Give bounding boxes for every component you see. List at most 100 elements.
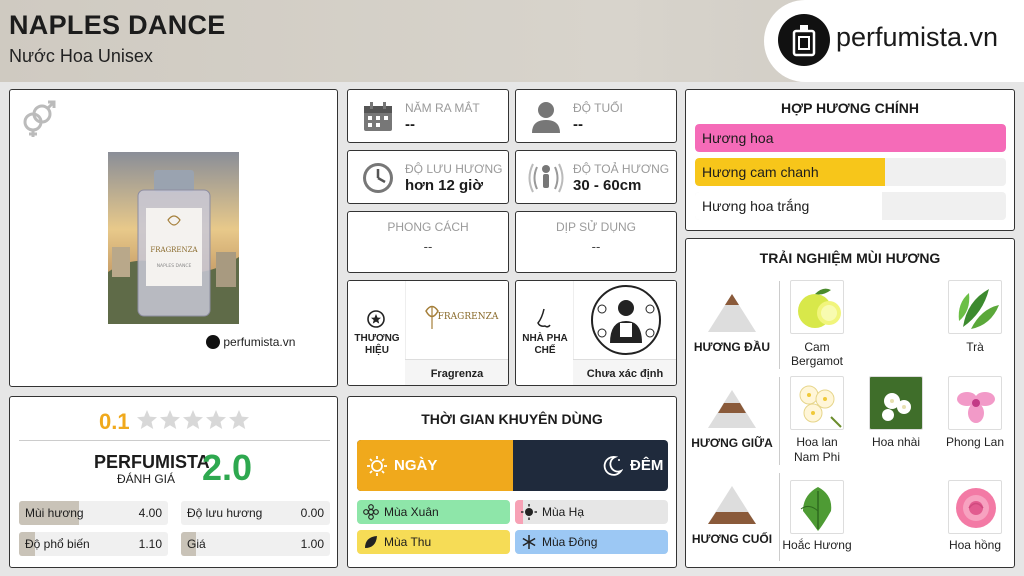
accord-label: Hương hoa [702, 130, 774, 146]
perfumer-name[interactable]: Chưa xác định [573, 359, 676, 385]
note-orchid-image[interactable] [948, 376, 1002, 430]
accords-title: HỢP HƯƠNG CHÍNH [781, 100, 919, 116]
page-subtitle: Nước Hoa Unisex [9, 46, 153, 66]
note-patchouli-image[interactable] [790, 480, 844, 534]
perfumer-label-area: NHÀ PHA CHẾ [516, 281, 572, 385]
rating-stat: Mùi hương 4.00 [19, 501, 168, 525]
style-label: PHONG CÁCH [387, 220, 469, 234]
product-image-card: FRAGRENZA NAPLES DANCE perfumista.vn [9, 89, 338, 387]
note-freesia-image[interactable] [790, 376, 844, 430]
rating-stat-value: 1.10 [138, 537, 162, 551]
rating-stat-label: Mùi hương [25, 506, 84, 520]
note-jasmine-name: Hoa nhài [871, 435, 921, 449]
note-orchid-name: Phong Lan [945, 435, 1005, 449]
brand-logo-text: FRAGRENZA [438, 312, 499, 322]
person-icon [530, 100, 562, 139]
brand-name[interactable]: Fragrenza [405, 359, 508, 385]
note-jasmine-image[interactable] [869, 376, 923, 430]
rating-stat: Độ phổ biến 1.10 [19, 532, 168, 556]
star-icon[interactable] [182, 409, 204, 431]
sillage-icon [528, 161, 564, 200]
brand-card[interactable]: THƯƠNG HIỆU FRAGRENZA Fragrenza [347, 280, 509, 386]
rating-stat-value: 0.00 [300, 506, 324, 520]
user-score: 0.1 [99, 409, 130, 434]
note-bergamot-name: Cam Bergamot [790, 340, 844, 368]
age-value: -- [573, 116, 583, 133]
sillage-label: ĐỘ TOẢ HƯƠNG [573, 162, 670, 176]
watermark-bottle-icon [206, 334, 220, 349]
calendar-icon [362, 101, 394, 138]
rating-stat-label: Giá [187, 537, 206, 551]
perfumer-label: NHÀ PHA CHẾ [522, 333, 568, 356]
moon-icon [601, 455, 624, 482]
style-value: -- [423, 239, 433, 254]
note-tea-name: Trà [966, 340, 984, 354]
longevity-card: ĐỘ LƯU HƯƠNG hơn 12 giờ [347, 150, 509, 204]
note-rose-image[interactable] [948, 480, 1002, 534]
base-notes-label: HƯƠNG CUỐI [691, 532, 773, 546]
age-label: ĐỘ TUỔI [573, 101, 623, 115]
note-bergamot-image[interactable] [790, 280, 844, 334]
season-bar-fill [357, 530, 510, 554]
note-tea-image[interactable] [948, 280, 1002, 334]
watermark: perfumista.vn [206, 334, 295, 349]
style-card: PHONG CÁCH -- [347, 211, 509, 273]
divider [19, 440, 330, 441]
notes-title: TRẢI NGHIỆM MÙI HƯƠNG [759, 250, 941, 266]
release-year-label: NĂM RA MẮT [405, 101, 480, 115]
occasion-value: -- [591, 239, 601, 254]
flower-icon [363, 504, 379, 520]
longevity-label: ĐỘ LƯU HƯƠNG [405, 162, 503, 176]
accord-bar: Hương hoa [695, 124, 1006, 152]
site-logo-text: perfumista.vn [836, 22, 999, 52]
release-year-card: NĂM RA MẮT -- [347, 89, 509, 143]
rating-stat-value: 1.00 [300, 537, 324, 551]
star-icon[interactable] [205, 409, 227, 431]
site-logo[interactable]: perfumista.vn [764, 0, 1024, 82]
timing-title: THỜI GIAN KHUYÊN DÙNG [421, 411, 603, 427]
star-icon[interactable] [159, 409, 181, 431]
note-rose-name: Hoa hồng [948, 538, 1002, 552]
clock-icon [361, 161, 395, 200]
star-badge-icon [367, 310, 385, 333]
middle-notes-triangle-icon [706, 388, 758, 435]
season-bar: Mùa Xuân [357, 500, 510, 524]
product-bottle-image: FRAGRENZA NAPLES DANCE [108, 152, 239, 324]
sun-icon [366, 455, 388, 482]
base-notes-triangle-icon [706, 484, 758, 531]
note-patchouli-name: Hoắc Hương [782, 538, 852, 552]
perfumista-sublabel: ĐÁNH GIÁ [117, 472, 176, 486]
nose-icon [536, 308, 552, 335]
season-label: Mùa Hạ [542, 505, 585, 519]
rating-stat-label: Độ lưu hương [187, 506, 263, 520]
rating-stat: Giá 1.00 [181, 532, 330, 556]
star-icon[interactable] [228, 409, 250, 431]
top-notes-label: HƯƠNG ĐẦU [693, 340, 771, 354]
accord-label: Hương cam chanh [702, 164, 819, 180]
perfumer-card[interactable]: NHÀ PHA CHẾ Chưa xác định [515, 280, 677, 386]
divider [779, 281, 780, 369]
rating-card: 0.1 PERFUMISTA ĐÁNH GIÁ 2.0 Mùi hương 4.0… [9, 396, 338, 568]
occasion-label: DỊP SỬ DỤNG [555, 220, 637, 234]
brand-logo: FRAGRENZA [405, 281, 508, 359]
occasion-card: DỊP SỬ DỤNG -- [515, 211, 677, 273]
rating-stat-value: 4.00 [138, 506, 162, 520]
note-freesia-name: Hoa lan Nam Phi [793, 435, 840, 464]
middle-notes-label: HƯƠNG GIỮA [691, 436, 773, 450]
sillage-card: ĐỘ TOẢ HƯƠNG 30 - 60cm [515, 150, 677, 204]
star-rating[interactable] [136, 409, 251, 433]
release-year-value: -- [405, 116, 415, 133]
unisex-gender-icon [18, 98, 58, 143]
snowflake-icon [521, 534, 537, 550]
season-bar: Mùa Thu [357, 530, 510, 554]
recommended-time-card: THỜI GIAN KHUYÊN DÙNG NGÀY ĐÊM Mùa Xuân M… [347, 396, 677, 568]
divider [779, 473, 780, 561]
accord-bar: Hương cam chanh [695, 158, 1006, 186]
header: NAPLES DANCE Nước Hoa Unisex perfumista.… [0, 0, 1024, 82]
night-label: ĐÊM [630, 457, 664, 474]
age-card: ĐỘ TUỔI -- [515, 89, 677, 143]
season-label: Mùa Đông [542, 535, 598, 549]
star-icon[interactable] [136, 409, 158, 431]
notes-pyramid-card: TRẢI NGHIỆM MÙI HƯƠNG HƯƠNG ĐẦU HƯƠNG GI… [685, 238, 1015, 568]
leaf-icon [363, 534, 379, 550]
